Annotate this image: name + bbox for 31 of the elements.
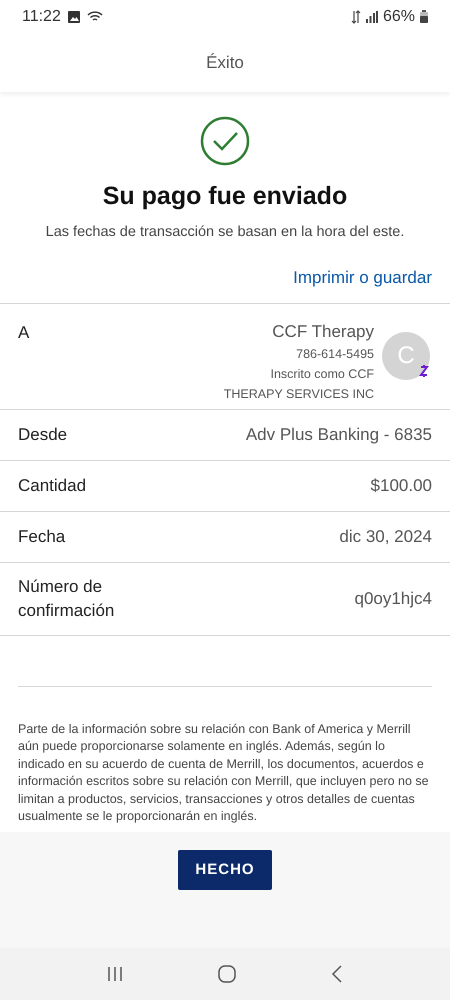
- timezone-note: Las fechas de transacción se basan en la hora del este.: [46, 222, 404, 242]
- recent-apps-icon[interactable]: [106, 965, 124, 983]
- recipient-name: CCF Therapy: [272, 320, 374, 343]
- header-title: Éxito: [206, 52, 244, 74]
- status-time: 11:22: [22, 6, 61, 26]
- signal-icon: [366, 10, 378, 22]
- zelle-icon: [418, 364, 430, 378]
- row-label: A: [18, 322, 30, 344]
- image-icon: [66, 10, 81, 24]
- recipient-detail: 786-614-5495: [296, 346, 374, 363]
- row-value: dic 30, 2024: [339, 526, 432, 548]
- recipient-detail: THERAPY SERVICES INC: [224, 386, 374, 403]
- success-heading: Su pago fue enviado: [102, 181, 348, 212]
- row-label: Número de confirmación: [18, 576, 116, 622]
- row-label: Fecha: [18, 526, 66, 548]
- done-button[interactable]: HECHO: [178, 850, 272, 890]
- row-label: Cantidad: [18, 474, 88, 497]
- recipient-detail: Inscrito como CCF: [270, 366, 374, 383]
- back-icon[interactable]: [330, 964, 344, 984]
- row-value: Adv Plus Banking - 6835: [246, 424, 432, 446]
- disclaimer-text: Parte de la información sobre su relación con Bank of America y Merrill aún puede proporcionarse solamente en inglés. Además, según lo indicado en su acuerdo de cuenta de Merrill, los documentos, acuerdos e información escritos sobre su relación con Merrill, que incluyen pero no se limitan a productos, servicios, transacciones y otros detalles de cuentas usualmente se le proporcionarán en inglés.: [18, 720, 430, 826]
- wifi-icon: [86, 10, 103, 24]
- row-value: q0oy1hjc4: [354, 588, 432, 610]
- data-icon: [350, 10, 361, 24]
- print-link[interactable]: Imprimir o guardar: [293, 265, 432, 291]
- home-icon[interactable]: [216, 964, 237, 984]
- battery-icon: [420, 10, 428, 23]
- battery-percent: 66%: [382, 6, 415, 26]
- row-value: $100.00: [370, 475, 432, 497]
- check-circle-icon: [200, 116, 250, 166]
- row-label: Desde: [18, 424, 68, 446]
